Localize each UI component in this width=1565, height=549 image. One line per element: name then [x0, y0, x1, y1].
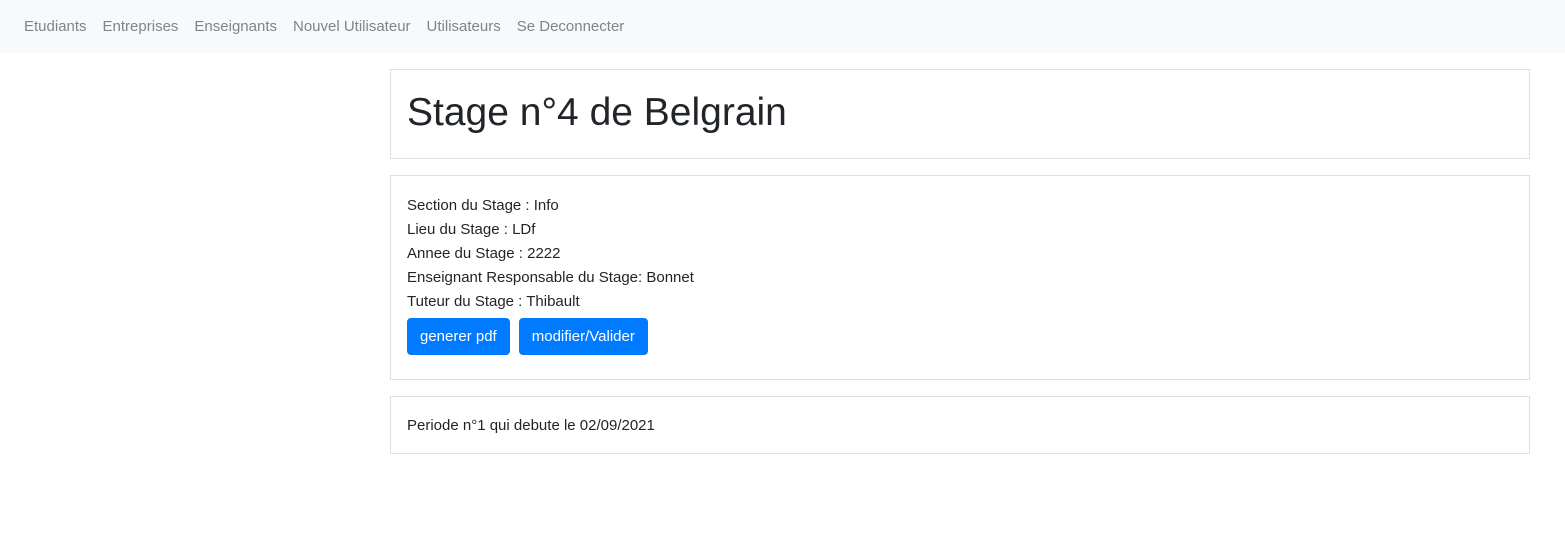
nav-link-se-deconnecter[interactable]: Se Deconnecter — [509, 17, 633, 37]
stage-lieu: Lieu du Stage : LDf — [407, 221, 536, 238]
periode-card: Periode n°1 qui debute le 02/09/2021 — [390, 396, 1530, 454]
nav-link-etudiants[interactable]: Etudiants — [16, 17, 95, 37]
stage-info-list: Section du Stage : Info Lieu du Stage : … — [407, 194, 694, 314]
stage-info-card: Section du Stage : Info Lieu du Stage : … — [390, 175, 1530, 380]
stage-tuteur: Tuteur du Stage : Thibault — [407, 293, 580, 310]
stage-enseignant: Enseignant Responsable du Stage: Bonnet — [407, 269, 694, 286]
page-title: Stage n°4 de Belgrain — [407, 91, 787, 134]
top-navbar: Etudiants Entreprises Enseignants Nouvel… — [0, 0, 1565, 53]
stage-actions: generer pdf modifier/Valider — [407, 318, 657, 355]
stage-title-card: Stage n°4 de Belgrain — [390, 69, 1530, 159]
nav-link-enseignants[interactable]: Enseignants — [186, 17, 285, 37]
periode-text: Periode n°1 qui debute le 02/09/2021 — [407, 417, 655, 434]
nav-link-utilisateurs[interactable]: Utilisateurs — [419, 17, 509, 37]
nav-link-entreprises[interactable]: Entreprises — [95, 17, 187, 37]
modify-validate-button[interactable]: modifier/Valider — [518, 318, 648, 355]
generate-pdf-button[interactable]: generer pdf — [407, 318, 510, 355]
stage-section: Section du Stage : Info — [407, 197, 559, 214]
nav-link-nouvel-utilisateur[interactable]: Nouvel Utilisateur — [285, 17, 419, 37]
stage-annee: Annee du Stage : 2222 — [407, 245, 561, 262]
